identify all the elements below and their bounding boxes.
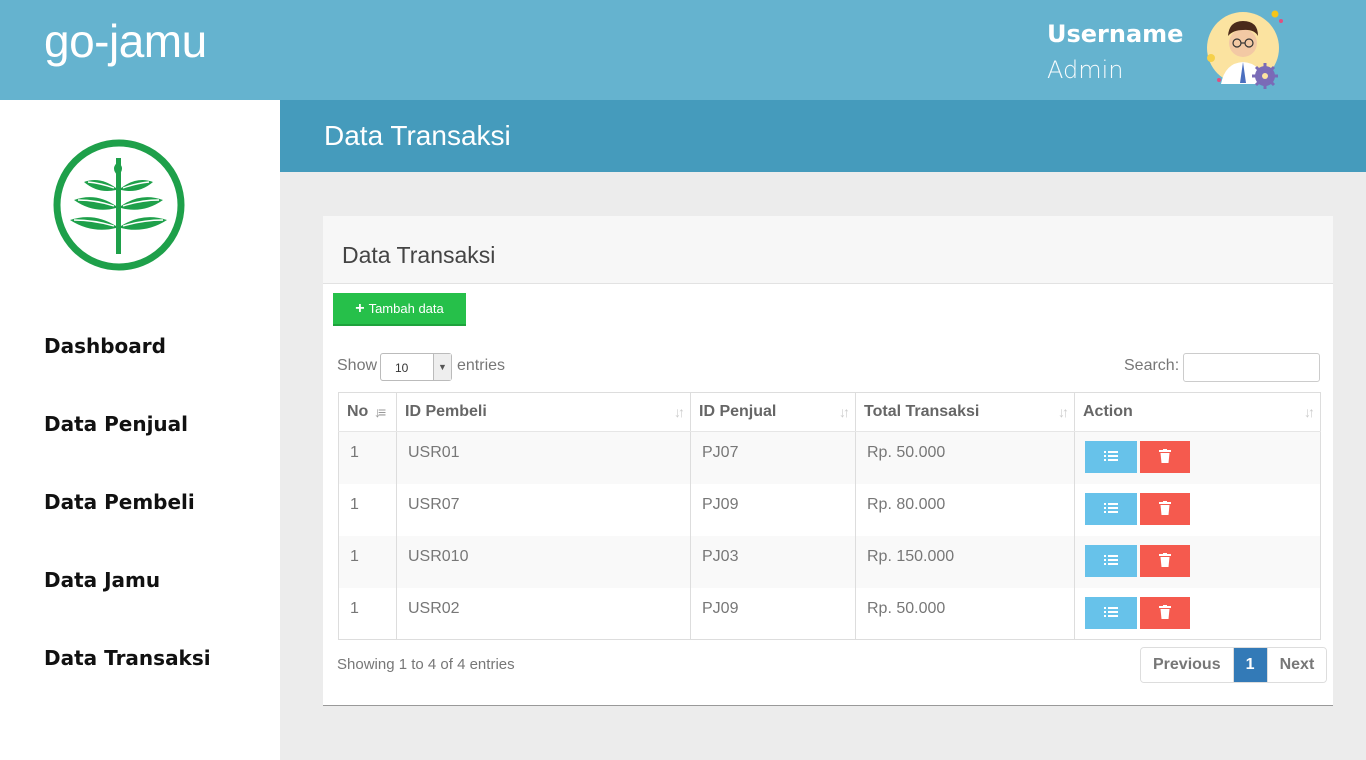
cell-action: [1074, 587, 1321, 640]
sidebar-item-data-pembeli[interactable]: Data Pembeli: [44, 490, 195, 514]
cell-total: Rp. 80.000: [855, 483, 1075, 536]
add-data-label: Tambah data: [368, 301, 444, 316]
user-role: Admin: [1047, 56, 1124, 84]
page-header: Data Transaksi: [280, 100, 1366, 172]
previous-page-button[interactable]: Previous: [1141, 648, 1234, 682]
cell-no: 1: [338, 587, 397, 640]
cell-total: Rp. 50.000: [855, 431, 1075, 484]
add-data-button[interactable]: + Tambah data: [333, 293, 466, 326]
chevron-down-icon: ▼: [433, 354, 451, 380]
entries-select[interactable]: 10 ▼: [380, 353, 452, 381]
list-icon: [1104, 451, 1118, 462]
delete-button[interactable]: [1140, 544, 1190, 577]
top-bar: go-jamu Username Admin: [0, 0, 1366, 100]
show-label: Show: [337, 357, 378, 374]
cell-id-penjual: PJ09: [690, 587, 856, 640]
search-input[interactable]: [1183, 353, 1320, 382]
delete-button[interactable]: [1140, 492, 1190, 525]
list-icon: [1104, 502, 1118, 514]
cell-id-pembeli: USR010: [396, 535, 691, 588]
panel-heading: Data Transaksi: [323, 216, 1333, 284]
column-header-total-transaksi[interactable]: Total Transaksi ↓↑: [855, 392, 1075, 432]
trash-icon: [1159, 604, 1171, 619]
sidebar-item-data-transaksi[interactable]: Data Transaksi: [44, 646, 211, 670]
list-icon: [1104, 606, 1118, 618]
column-header-no[interactable]: No ↓≡: [338, 392, 397, 432]
transaction-panel: Data Transaksi + Tambah data Show 10 ▼ e…: [323, 216, 1333, 706]
cell-action: [1074, 535, 1321, 588]
table-row: 1 USR07 PJ09 Rp. 80.000: [338, 483, 1321, 536]
sort-asc-icon: ↓≡: [374, 404, 386, 420]
cell-no: 1: [338, 431, 397, 484]
cell-total: Rp. 50.000: [855, 587, 1075, 640]
delete-button[interactable]: [1140, 596, 1190, 629]
cell-id-penjual: PJ09: [690, 483, 856, 536]
panel-title: Data Transaksi: [342, 242, 496, 268]
table-info: Showing 1 to 4 of 4 entries: [337, 656, 515, 673]
entries-value: 10: [395, 361, 409, 375]
table-row: 1 USR010 PJ03 Rp. 150.000: [338, 535, 1321, 588]
list-icon: [1104, 554, 1118, 566]
sidebar-item-data-penjual[interactable]: Data Penjual: [44, 412, 188, 436]
sidebar-item-data-jamu[interactable]: Data Jamu: [44, 568, 160, 592]
trash-icon: [1159, 552, 1171, 567]
cell-id-pembeli: USR02: [396, 587, 691, 640]
sort-icon: ↓↑: [1058, 404, 1069, 420]
cell-total: Rp. 150.000: [855, 535, 1075, 588]
cell-no: 1: [338, 483, 397, 536]
column-header-action[interactable]: Action ↓↑: [1074, 392, 1321, 432]
delete-button[interactable]: [1140, 441, 1190, 473]
table-row: 1 USR02 PJ09 Rp. 50.000: [338, 587, 1321, 640]
sort-icon: ↓↑: [839, 404, 850, 420]
entries-label: entries: [457, 357, 506, 374]
detail-button[interactable]: [1085, 441, 1137, 473]
sort-icon: ↓↑: [1304, 404, 1315, 420]
plus-icon: +: [355, 299, 365, 317]
user-name: Username: [1047, 20, 1184, 48]
user-avatar-icon[interactable]: [1203, 8, 1285, 90]
table-header-row: No ↓≡ ID Pembeli ↓↑ ID Penjual ↓↑ Total Tra…: [338, 392, 1321, 432]
sidebar: Dashboard Data Penjual Data Pembeli Data…: [0, 100, 280, 760]
transaction-table: No ↓≡ ID Pembeli ↓↑ ID Penjual ↓↑ Total Tra…: [338, 392, 1321, 640]
trash-icon: [1159, 449, 1171, 463]
search-label: Search:: [1124, 357, 1180, 374]
cell-action: [1074, 483, 1321, 536]
page-title: Data Transaksi: [324, 120, 511, 151]
table-row: 1 USR01 PJ07 Rp. 50.000: [338, 431, 1321, 484]
app-brand[interactable]: go-jamu: [44, 14, 207, 68]
detail-button[interactable]: [1085, 492, 1137, 525]
cell-no: 1: [338, 535, 397, 588]
page-1-button[interactable]: 1: [1233, 648, 1267, 682]
trash-icon: [1159, 500, 1171, 515]
pagination: Previous 1 Next: [1140, 647, 1328, 683]
cell-id-penjual: PJ03: [690, 535, 856, 588]
column-header-id-pembeli[interactable]: ID Pembeli ↓↑: [396, 392, 691, 432]
detail-button[interactable]: [1085, 596, 1137, 629]
cell-id-pembeli: USR07: [396, 483, 691, 536]
sort-icon: ↓↑: [674, 404, 685, 420]
cell-id-penjual: PJ07: [690, 431, 856, 484]
cell-id-pembeli: USR01: [396, 431, 691, 484]
sidebar-item-dashboard[interactable]: Dashboard: [44, 334, 166, 358]
next-page-button[interactable]: Next: [1266, 648, 1327, 682]
detail-button[interactable]: [1085, 544, 1137, 577]
column-header-id-penjual[interactable]: ID Penjual ↓↑: [690, 392, 856, 432]
cell-action: [1074, 431, 1321, 484]
leaf-logo-icon: [53, 139, 185, 271]
